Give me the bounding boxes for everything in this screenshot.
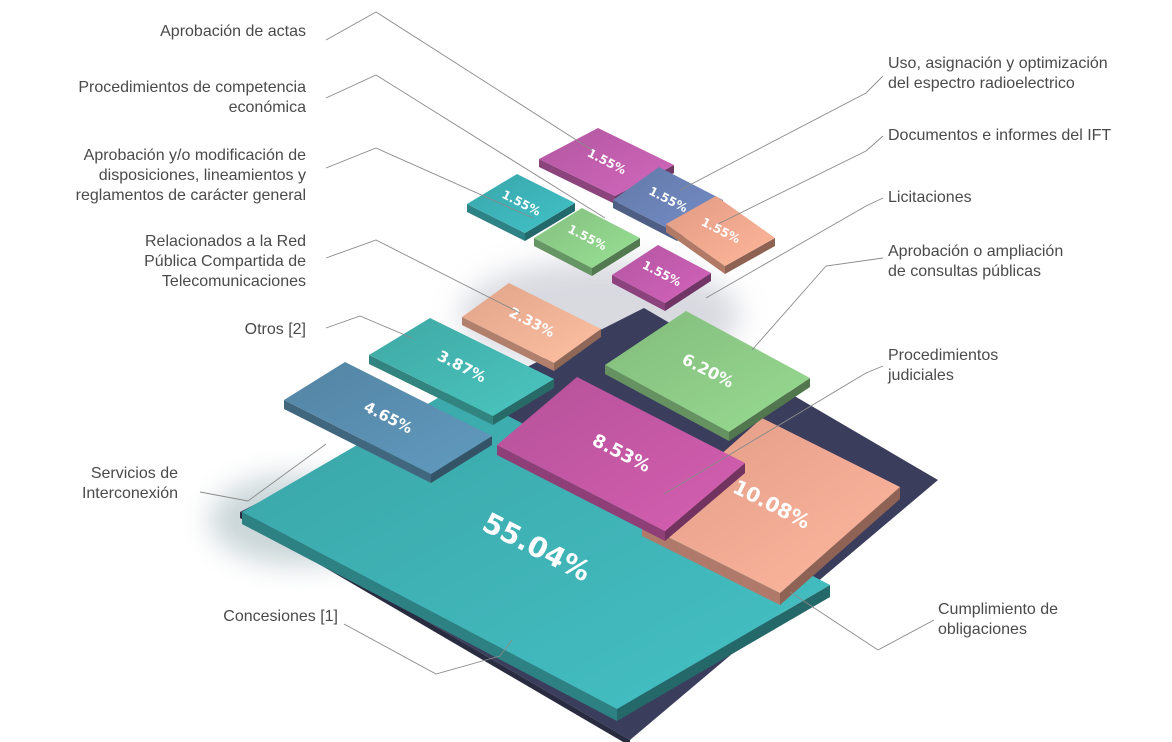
label-licitaciones: Licitaciones <box>888 189 972 206</box>
label-documentos: Documentos e informes del IFT <box>888 127 1112 144</box>
leader-line-8 <box>679 75 884 191</box>
label-concesiones: Concesiones [1] <box>223 608 338 625</box>
leader-line-1 <box>325 11 593 151</box>
label-aprobacion-actas: Aprobación de actas <box>160 23 306 40</box>
label-otros: Otros [2] <box>244 321 306 338</box>
label-red-publica: Relacionados a la Red Pública Compartida… <box>144 233 306 290</box>
leader-line-5 <box>325 315 413 339</box>
label-espectro: Uso, asignación y optimización del espec… <box>888 55 1108 92</box>
leader-line-11 <box>751 257 884 351</box>
label-interconexion: Servicios de Interconexión <box>81 465 178 502</box>
label-judiciales: Procedimientos judiciales <box>888 347 999 384</box>
label-cumplimiento: Cumplimiento de obligaciones <box>938 601 1059 638</box>
label-competencia-economica: Procedimientos de competencia económica <box>78 79 306 116</box>
label-disposiciones: Aprobación y/o modificación de disposici… <box>75 147 306 204</box>
label-consultas: Aprobación o ampliación de consultas púb… <box>888 243 1064 280</box>
